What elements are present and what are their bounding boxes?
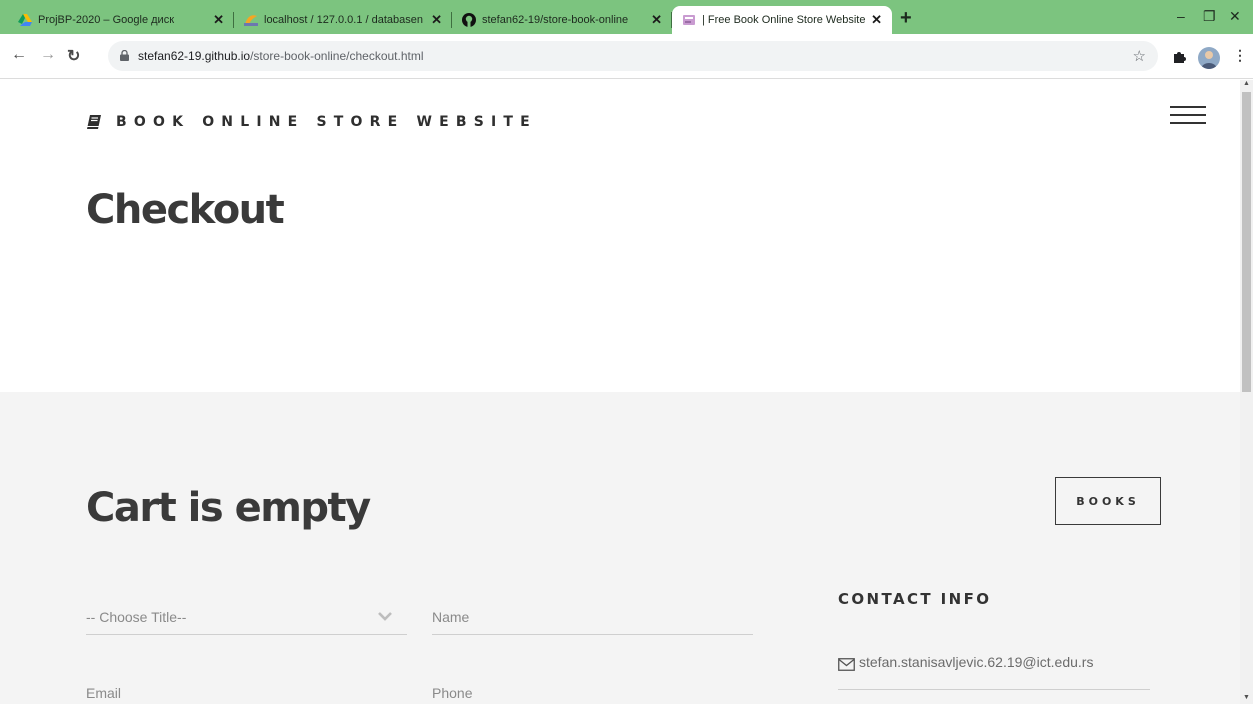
- github-icon: [462, 13, 476, 27]
- tab-title: stefan62-19/store-book-online: [482, 14, 629, 26]
- tab-title: localhost / 127.0.0.1 / databasen: [264, 14, 424, 26]
- lock-icon: [120, 50, 129, 61]
- tab-title: ProjBP-2020 – Google диск: [38, 14, 175, 26]
- bookmark-star-icon[interactable]: ☆: [1133, 47, 1146, 65]
- tab-github[interactable]: stefan62-19/store-book-online ✕: [452, 6, 672, 34]
- books-button[interactable]: BOOKS: [1055, 477, 1161, 525]
- new-tab-button[interactable]: +: [900, 8, 912, 28]
- scroll-down-arrow-icon[interactable]: ▼: [1243, 694, 1250, 701]
- google-drive-icon: [18, 13, 32, 27]
- restore-icon[interactable]: ❐: [1203, 8, 1216, 25]
- tab-title: | Free Book Online Store Website: [702, 14, 866, 26]
- contact-email-row[interactable]: stefan.stanisavljevic.62.19@ict.edu.rs: [838, 654, 1150, 690]
- email-input[interactable]: Email: [86, 675, 407, 704]
- contact-info-heading: CONTACT INFO: [838, 590, 992, 608]
- name-input[interactable]: Name: [432, 599, 753, 635]
- extensions-puzzle-icon[interactable]: [1172, 50, 1186, 67]
- url-host: stefan62-19.github.io: [138, 49, 251, 63]
- scroll-up-arrow-icon[interactable]: ▲: [1243, 80, 1250, 87]
- chevron-down-icon: [378, 612, 392, 621]
- brand-name: BOOK ONLINE STORE WEBSITE: [116, 114, 537, 130]
- minimize-icon[interactable]: –: [1177, 8, 1185, 24]
- profile-avatar[interactable]: [1198, 47, 1220, 69]
- browser-menu-icon[interactable]: ⋮: [1233, 47, 1247, 64]
- book-icon: [87, 115, 101, 129]
- cart-status-heading: Cart is empty: [86, 485, 371, 531]
- forward-arrow-icon[interactable]: →: [40, 46, 56, 64]
- contact-email-text: stefan.stanisavljevic.62.19@ict.edu.rs: [859, 654, 1094, 670]
- address-bar[interactable]: stefan62-19.github.io/store-book-online/…: [108, 41, 1158, 71]
- back-arrow-icon[interactable]: ←: [11, 46, 27, 64]
- tab-phpmyadmin[interactable]: localhost / 127.0.0.1 / databasen ✕: [234, 6, 452, 34]
- close-icon[interactable]: ✕: [651, 12, 662, 28]
- browser-toolbar: ← → ↻ stefan62-19.github.io/store-book-o…: [0, 34, 1253, 79]
- name-placeholder: Name: [432, 609, 470, 625]
- title-select[interactable]: -- Choose Title--: [86, 599, 407, 635]
- url-path: /store-book-online/checkout.html: [250, 49, 424, 63]
- envelope-icon: [838, 658, 855, 671]
- book-store-favicon-icon: [682, 13, 696, 27]
- tab-active-book-store[interactable]: | Free Book Online Store Website ✕: [672, 6, 892, 34]
- phone-input[interactable]: Phone: [432, 675, 753, 704]
- title-select-value: -- Choose Title--: [86, 609, 187, 625]
- page-viewport: BOOK ONLINE STORE WEBSITE Checkout Cart …: [0, 80, 1240, 704]
- window-close-icon[interactable]: ✕: [1229, 8, 1241, 25]
- page-title: Checkout: [86, 187, 285, 233]
- reload-icon[interactable]: ↻: [67, 46, 80, 66]
- browser-tab-bar: ProjBP-2020 – Google диск ✕ localhost / …: [0, 0, 1253, 34]
- close-icon[interactable]: ✕: [431, 12, 442, 28]
- phpmyadmin-icon: [244, 13, 258, 27]
- phone-placeholder: Phone: [432, 685, 473, 701]
- close-icon[interactable]: ✕: [871, 12, 882, 28]
- url-text: stefan62-19.github.io/store-book-online/…: [138, 49, 424, 63]
- email-placeholder: Email: [86, 685, 122, 701]
- site-brand[interactable]: BOOK ONLINE STORE WEBSITE: [86, 114, 537, 130]
- close-icon[interactable]: ✕: [213, 12, 224, 28]
- tab-google-drive[interactable]: ProjBP-2020 – Google диск ✕: [8, 6, 234, 34]
- hamburger-menu-icon[interactable]: [1170, 106, 1206, 126]
- scrollbar-thumb[interactable]: [1242, 92, 1251, 392]
